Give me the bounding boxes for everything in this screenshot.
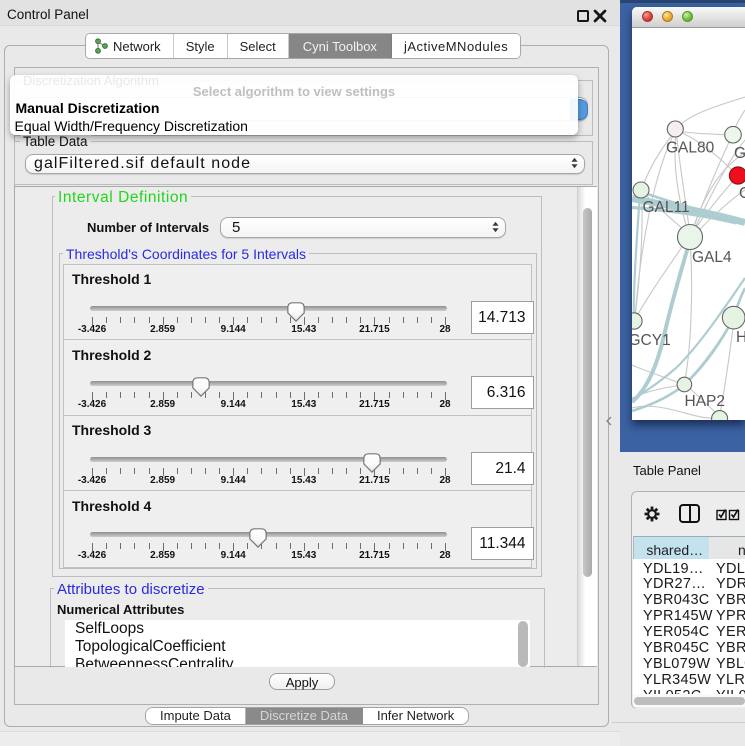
svg-text:GAL11: GAL11 — [643, 199, 690, 216]
svg-text:GAL4: GAL4 — [692, 249, 732, 266]
svg-text:GAL80: GAL80 — [666, 140, 715, 157]
svg-text:HAP2: HAP2 — [685, 393, 726, 410]
svg-text:H: H — [736, 329, 745, 346]
svg-text:C: C — [739, 185, 745, 202]
svg-text:G: G — [734, 145, 745, 162]
svg-text:GCY1: GCY1 — [632, 332, 671, 349]
